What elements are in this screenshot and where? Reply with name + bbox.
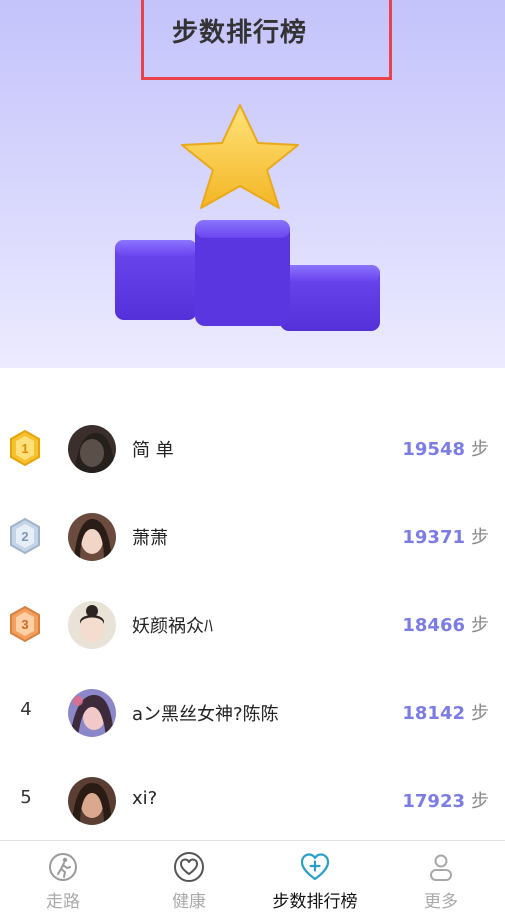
svg-text:1: 1 xyxy=(21,441,28,456)
user-icon xyxy=(430,854,452,881)
tab-more[interactable]: 更多 xyxy=(378,841,504,912)
avatar xyxy=(68,777,116,825)
hero-banner: 步数排行榜 xyxy=(0,0,505,368)
ranking-row-4[interactable]: 4 aン黑丝女神?陈陈 18142 步 xyxy=(0,681,505,741)
tab-label: 健康 xyxy=(172,892,206,912)
svg-text:3: 3 xyxy=(21,617,28,632)
ranking-row-5[interactable]: 5 xi? 17923 步 xyxy=(0,769,505,829)
avatar xyxy=(68,601,116,649)
tab-label: 步数排行榜 xyxy=(272,892,358,912)
step-count: 19371 步 xyxy=(402,527,489,548)
ranking-row-1[interactable]: 1 简 单 19548 步 xyxy=(0,417,505,477)
heart-icon xyxy=(174,852,204,882)
silver-medal-icon: 2 xyxy=(10,517,40,555)
user-name: 萧萧 xyxy=(132,528,168,549)
avatar xyxy=(68,689,116,737)
step-count: 18466 步 xyxy=(402,615,489,636)
user-name: 简 单 xyxy=(132,440,174,461)
user-name: aン黑丝女神?陈陈 xyxy=(132,704,279,725)
rank-number: 5 xyxy=(20,787,32,808)
walk-icon xyxy=(49,853,77,881)
tab-step-ranking[interactable]: 步数排行榜 xyxy=(252,841,378,912)
avatar xyxy=(68,513,116,561)
svg-text:2: 2 xyxy=(21,529,28,544)
tab-walk[interactable]: 走路 xyxy=(0,841,126,912)
ranking-row-3[interactable]: 3 妖颜祸众ﾊ 18466 步 xyxy=(0,593,505,653)
ranking-row-2[interactable]: 2 萧萧 19371 步 xyxy=(0,505,505,565)
bronze-medal-icon: 3 xyxy=(10,605,40,643)
heart-plus-icon xyxy=(300,853,330,881)
step-count: 17923 步 xyxy=(402,791,489,812)
user-name: 妖颜祸众ﾊ xyxy=(132,616,213,637)
step-count: 18142 步 xyxy=(402,703,489,724)
tab-label: 走路 xyxy=(46,892,80,912)
user-name: xi? xyxy=(132,788,158,809)
tab-health[interactable]: 健康 xyxy=(126,841,252,912)
rank-number: 4 xyxy=(20,699,32,720)
gold-medal-icon: 1 xyxy=(10,429,40,467)
step-count: 19548 步 xyxy=(402,439,489,460)
bottom-tab-bar: 走路 健康 步数排行榜 更多 xyxy=(0,840,505,912)
podium-star-illustration xyxy=(115,104,380,331)
tab-label: 更多 xyxy=(424,892,458,912)
avatar xyxy=(68,425,116,473)
page-title: 步数排行榜 xyxy=(172,18,308,48)
